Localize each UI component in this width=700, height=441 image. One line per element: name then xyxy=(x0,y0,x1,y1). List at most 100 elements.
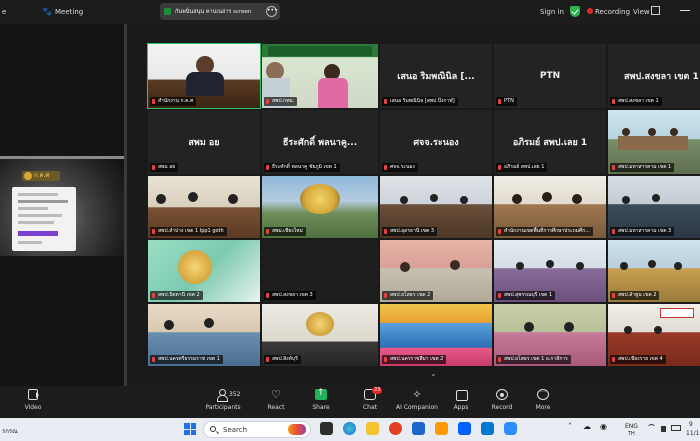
edge-icon[interactable] xyxy=(343,422,356,435)
task-view-icon[interactable] xyxy=(320,422,333,435)
participant-name: สพป.อุดรธานี เขต 3 xyxy=(382,227,438,236)
taskbar-search[interactable]: Search xyxy=(203,421,311,438)
video-tile[interactable]: สพป.ลำปาง เขต 1 Ipp1 goth xyxy=(148,176,260,238)
participants-button[interactable]: Participants xyxy=(198,389,248,411)
video-tile[interactable]: สพป.นครราชสีมา เขต 2 xyxy=(380,304,492,366)
chat-label: Chat xyxy=(362,404,378,411)
security-shield-icon[interactable] xyxy=(570,6,580,17)
sparkle-icon: ✧ xyxy=(412,388,422,401)
shared-screen-content[interactable]: ก.ค.ศ xyxy=(0,156,124,256)
participant-name: สพป.นครศรีธรรมราช เขต 1 xyxy=(150,355,223,364)
participant-name: สพป.มหาสารคาม เขต 1 xyxy=(610,163,675,172)
apps-icon xyxy=(455,389,468,401)
battery-icon[interactable] xyxy=(671,425,681,431)
wifi-icon[interactable] xyxy=(647,424,656,433)
video-tile[interactable]: สพป.สิงห์บุรี xyxy=(262,304,378,366)
video-label: Video xyxy=(24,404,42,411)
video-tile[interactable]: สพป.นครศรีธรรมราช เขต 1 xyxy=(148,304,260,366)
speaker-icon[interactable] xyxy=(661,426,666,432)
react-button[interactable]: ♡ React xyxy=(251,389,301,411)
windows-start-icon[interactable] xyxy=(184,423,196,435)
video-tile[interactable]: PTN PTN xyxy=(494,44,606,108)
participants-label: Participants xyxy=(205,404,241,411)
chat-button[interactable]: 23 Chat xyxy=(345,387,395,411)
cloud-icon[interactable]: ☁ xyxy=(583,422,591,431)
video-tile[interactable]: สำนักงาน ก.ค.ศ xyxy=(147,43,261,109)
zoom-icon[interactable] xyxy=(504,422,517,435)
minimize-icon[interactable] xyxy=(680,10,690,11)
video-tile[interactable]: สพป.มหาสารคาม เขต 3 xyxy=(608,176,700,238)
share-button[interactable]: Share xyxy=(296,388,346,411)
video-tile[interactable]: สพป.ยโสธร เขต 1 อ.กาสิการ xyxy=(494,304,606,366)
outlook-icon[interactable] xyxy=(481,422,494,435)
tray-app-icon[interactable]: ◉ xyxy=(600,422,607,431)
chevron-down-icon[interactable]: ⌄ xyxy=(430,369,437,378)
video-tile[interactable]: สพป.เชียงราย เขต 4 xyxy=(608,304,700,366)
video-tile[interactable]: สพม อย สพม อย xyxy=(148,110,260,174)
language-indicator[interactable]: ENG xyxy=(625,423,638,430)
screen-share-indicator[interactable]: กันพนิ่นสนุน คานเนอ่าร screen ••• xyxy=(160,3,280,20)
video-tile[interactable]: สพป.สงขลา เขต 3 xyxy=(262,240,378,302)
video-tile[interactable]: ธีระศักดิ์ พลนาคู... ธีระศักดิ์ พลนาคู ช… xyxy=(262,110,378,174)
video-tile[interactable]: อภิรมย์ สพป.เลย 1 อภิรมย์ สพป.เลย 1 xyxy=(494,110,606,174)
video-tile[interactable]: สพป.ยโสธร เขต 2 xyxy=(380,240,492,302)
video-tile[interactable]: สพป.กทม. xyxy=(262,44,378,108)
top-bar: e 🐾 Meeting กันพนิ่นสนุน คานเนอ่าร scree… xyxy=(0,0,700,24)
chat-badge: 23 xyxy=(372,387,383,394)
video-tile[interactable]: สพป.ปัตตานี เขต 2 xyxy=(148,240,260,302)
panel-divider[interactable] xyxy=(124,24,127,386)
chat-icon: 23 xyxy=(364,387,383,400)
search-icon xyxy=(210,426,216,432)
top-bar-cut-text: e xyxy=(2,8,7,16)
weather-widget-text[interactable]: รกรณ xyxy=(2,426,18,436)
view-button[interactable]: View xyxy=(633,8,650,16)
participant-name: สพป.นครราชสีมา เขต 2 xyxy=(382,355,447,364)
video-button[interactable]: Video xyxy=(8,389,58,411)
participant-name: เสนอ ริมพณินิล [สพป.บึงกาฬ] xyxy=(382,97,458,106)
participant-name: สพป.กทม. xyxy=(264,97,298,106)
more-label: More xyxy=(535,404,551,411)
ai-companion-label: AI Companion xyxy=(396,404,438,411)
participant-name: ธีระศักดิ์ พลนาคู ชัยภูมิ เขต 1 xyxy=(264,163,340,172)
meeting-label[interactable]: Meeting xyxy=(55,8,83,16)
apps-label: Apps xyxy=(453,404,469,411)
video-camera-icon xyxy=(28,389,39,400)
chevron-up-icon[interactable]: ˄ xyxy=(568,422,572,431)
participant-name: สพป.ยโสธร เขต 1 อ.กาสิการ xyxy=(496,355,571,364)
video-tile[interactable]: สำนักงานเขตพื้นที่การศึกษาประถมศึก... xyxy=(494,176,606,238)
more-options-icon[interactable]: ••• xyxy=(266,6,278,17)
video-tile[interactable]: สพป.สุพรรณบุรี เขต 1 xyxy=(494,240,606,302)
participant-name: สพม อย xyxy=(150,163,179,172)
video-gallery: สำนักงาน ก.ค.ศ สพป.กทม. เสนอ ริมพณินิล [… xyxy=(128,43,700,368)
dropbox-icon[interactable] xyxy=(458,422,471,435)
participant-name: สพม.เชียงใหม่ xyxy=(264,227,306,236)
login-form-preview xyxy=(12,187,76,251)
language-secondary: TH xyxy=(628,431,635,437)
file-explorer-icon[interactable] xyxy=(366,422,379,435)
view-grid-icon[interactable] xyxy=(651,6,660,15)
more-button[interactable]: ··· More xyxy=(518,389,568,411)
clock-time[interactable]: 9 xyxy=(689,421,693,428)
video-tile[interactable]: สพป.สงขลา เขต 1 สพป.สงขลา เขต 1 xyxy=(608,44,700,108)
chrome-icon[interactable] xyxy=(389,422,402,435)
recording-status[interactable]: Recording xyxy=(595,8,630,16)
participant-name: สำนักงาน ก.ค.ศ xyxy=(150,97,197,106)
clock-date[interactable]: 11/1 xyxy=(686,430,699,437)
participant-name: สพป.ลำปาง เขต 1 Ipp1 goth xyxy=(150,227,227,236)
record-label: Record xyxy=(491,404,513,411)
participants-icon xyxy=(217,389,229,402)
video-tile[interactable]: สพป.ลำพูน เขต 2 xyxy=(608,240,700,302)
video-tile[interactable]: สพม.เชียงใหม่ xyxy=(262,176,378,238)
amazon-icon[interactable] xyxy=(435,422,448,435)
heart-icon: ♡ xyxy=(271,388,281,401)
sign-in-link[interactable]: Sign in xyxy=(540,8,564,16)
video-tile[interactable]: ศจจ.ระนอง ศจจ.ระนอง xyxy=(380,110,492,174)
video-tile[interactable]: เสนอ ริมพณินิล [... เสนอ ริมพณินิล [สพป.… xyxy=(380,44,492,108)
store-icon[interactable] xyxy=(412,422,425,435)
video-tile[interactable]: สพป.อุดรธานี เขต 3 xyxy=(380,176,492,238)
login-button-preview xyxy=(18,231,58,236)
video-tile[interactable]: สพป.มหาสารคาม เขต 1 xyxy=(608,110,700,174)
windows-taskbar: รกรณ Search ˄ ☁ ◉ ENG TH 9 11/1 xyxy=(0,418,700,441)
meeting-toolbar: Video Participants 352 ♡ React Share 23 … xyxy=(0,386,700,418)
participant-name: ศจจ.ระนอง xyxy=(382,163,418,172)
